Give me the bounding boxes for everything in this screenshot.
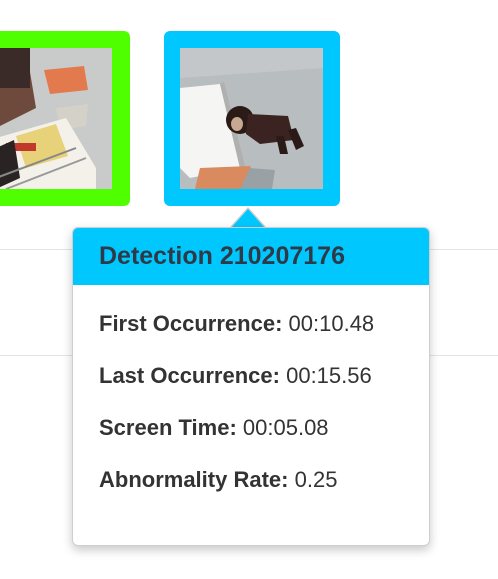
detection-popover: Detection 210207176 First Occurrence: 00…: [72, 227, 430, 546]
first-occurrence-row: First Occurrence: 00:10.48: [99, 311, 429, 337]
abnormality-rate-value: 0.25: [294, 467, 338, 492]
last-occurrence-value: 00:15.56: [286, 363, 372, 388]
screen-time-label: Screen Time:: [99, 415, 237, 440]
popover-title: Detection 210207176: [73, 228, 429, 285]
popover-arrow-fill: [231, 209, 265, 228]
first-occurrence-value: 00:10.48: [288, 311, 375, 336]
detection-thumbnail-blue[interactable]: [164, 31, 340, 206]
last-occurrence-row: Last Occurrence: 00:15.56: [99, 363, 429, 389]
last-occurrence-label: Last Occurrence:: [99, 363, 280, 388]
abnormality-rate-row: Abnormality Rate: 0.25: [99, 467, 429, 493]
detection-thumbnail-green[interactable]: [0, 31, 130, 206]
popover-body: First Occurrence: 00:10.48 Last Occurren…: [73, 285, 429, 493]
abnormality-rate-label: Abnormality Rate:: [99, 467, 289, 492]
first-occurrence-label: First Occurrence:: [99, 311, 283, 336]
detection-image: [0, 48, 112, 189]
detection-image: [180, 48, 323, 189]
screen-time-value: 00:05.08: [242, 415, 329, 440]
screen-time-row: Screen Time: 00:05.08: [99, 415, 429, 441]
